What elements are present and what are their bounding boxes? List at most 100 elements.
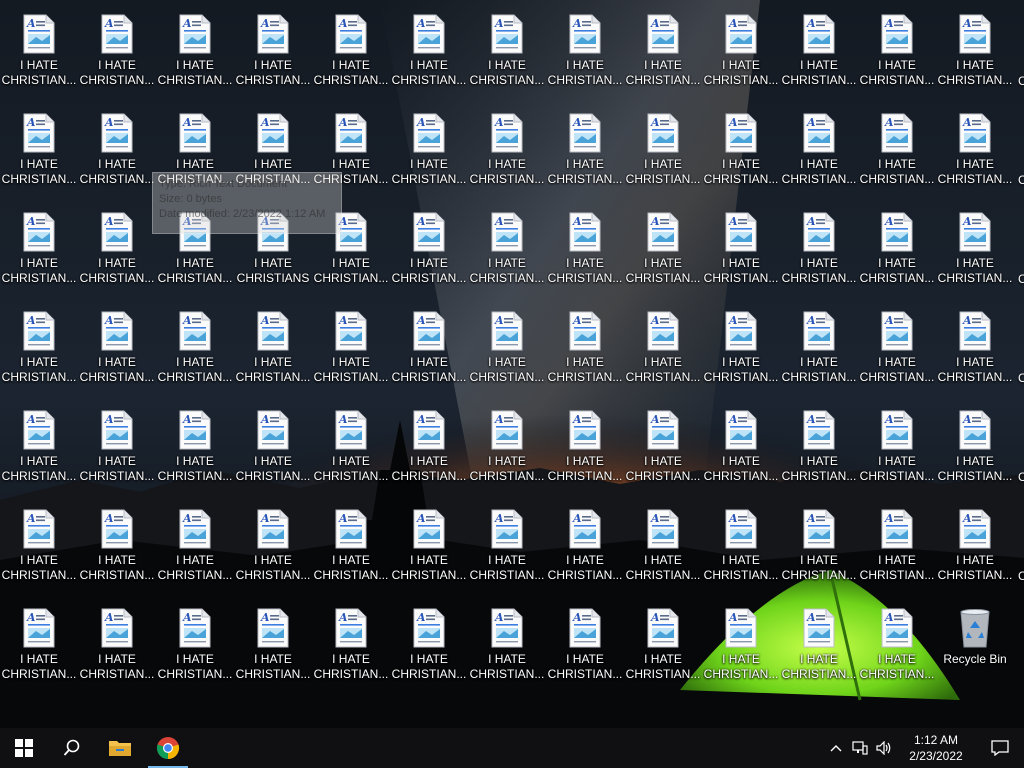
- desktop-file-icon[interactable]: A I HATE CHRISTIAN...: [469, 202, 545, 298]
- desktop-file-icon[interactable]: A I HATE CHRISTIAN...: [547, 598, 623, 694]
- desktop-file-icon[interactable]: A I HATE CHRISTIAN...: [313, 400, 389, 496]
- search-button[interactable]: [48, 728, 96, 768]
- file-label-line1: I HATE: [254, 454, 292, 468]
- desktop-file-icon[interactable]: A I HATE CHRISTIAN...: [79, 4, 155, 100]
- desktop-file-icon[interactable]: A I HATE CHRISTIAN...: [703, 400, 779, 496]
- desktop-file-icon[interactable]: A I HATE CHRISTIAN...: [781, 301, 857, 397]
- desktop-file-icon[interactable]: A I HATE CHRISTIAN...: [937, 103, 1013, 199]
- desktop-file-icon[interactable]: A I HATE CHRISTIAN...: [391, 598, 467, 694]
- desktop-file-icon[interactable]: A I HATE CHRISTIAN...: [625, 598, 701, 694]
- desktop-file-icon[interactable]: A I HATE CHRISTIAN...: [625, 202, 701, 298]
- desktop-file-icon[interactable]: A I HATE CHRISTIAN...: [859, 103, 935, 199]
- desktop-file-icon[interactable]: A I HATE CHRISTIAN...: [937, 301, 1013, 397]
- file-label-line1: I HATE: [332, 157, 370, 171]
- desktop-file-icon[interactable]: A I HATE CHRISTIAN...: [157, 301, 233, 397]
- desktop-file-icon[interactable]: A I HATE CHRISTIAN...: [1, 301, 77, 397]
- desktop-file-icon[interactable]: A I HATE CHRISTIAN...: [313, 4, 389, 100]
- taskbar-chrome[interactable]: [144, 728, 192, 768]
- svg-text:A: A: [416, 413, 426, 426]
- show-hidden-icons-button[interactable]: [824, 728, 848, 768]
- desktop-file-icon[interactable]: A I HATE CHRISTIAN...: [157, 4, 233, 100]
- svg-text:A: A: [26, 413, 36, 426]
- desktop-file-icon[interactable]: A I HATE CHRISTIAN...: [859, 598, 935, 694]
- desktop-file-icon[interactable]: A I HATE CHRISTIAN...: [547, 4, 623, 100]
- desktop-file-icon[interactable]: A I HATE CHRISTIAN...: [625, 4, 701, 100]
- desktop-file-icon[interactable]: A I HATE CHRISTIAN...: [859, 4, 935, 100]
- desktop-file-icon[interactable]: A I HATE CHRISTIAN...: [469, 598, 545, 694]
- desktop-file-icon[interactable]: A I HATE CHRISTIAN...: [703, 4, 779, 100]
- desktop-file-icon[interactable]: A I HATE CHRISTIAN...: [781, 598, 857, 694]
- desktop-file-icon[interactable]: A I HATE CHRISTIAN...: [157, 499, 233, 595]
- desktop-file-icon[interactable]: A I HATE CHRISTIAN...: [391, 400, 467, 496]
- desktop-file-icon[interactable]: A I HATE CHRISTIAN...: [391, 103, 467, 199]
- desktop-file-icon[interactable]: A I HATE CHRISTIAN...: [937, 499, 1013, 595]
- action-center-button[interactable]: [976, 728, 1024, 768]
- recycle-bin[interactable]: Recycle Bin: [937, 598, 1013, 694]
- desktop-file-icon[interactable]: A I HATE CHRISTIAN...: [937, 4, 1013, 100]
- desktop-file-icon[interactable]: A I HATE CHRISTIAN...: [937, 202, 1013, 298]
- desktop-file-icon[interactable]: A I HATE CHRISTIAN...: [1, 202, 77, 298]
- desktop-file-icon[interactable]: A I HATE CHRISTIAN...: [859, 301, 935, 397]
- desktop-file-icon[interactable]: A I HATE CHRISTIAN...: [625, 499, 701, 595]
- desktop-file-icon[interactable]: A I HATE CHRISTIAN...: [703, 598, 779, 694]
- desktop-file-icon[interactable]: A I HATE CHRISTIAN...: [469, 301, 545, 397]
- network-button[interactable]: [848, 728, 872, 768]
- desktop-file-icon[interactable]: A I HATE CHRISTIAN...: [469, 499, 545, 595]
- desktop-file-icon[interactable]: A I HATE CHRISTIAN...: [703, 301, 779, 397]
- desktop-file-icon[interactable]: A I HATE CHRISTIAN...: [547, 499, 623, 595]
- desktop-file-icon[interactable]: A I HATE CHRISTIAN...: [469, 103, 545, 199]
- desktop-file-icon[interactable]: A I HATE CHRISTIAN...: [547, 301, 623, 397]
- desktop-file-icon[interactable]: A I HATE CHRISTIAN...: [79, 400, 155, 496]
- taskbar-clock[interactable]: 1:12 AM 2/23/2022: [896, 732, 976, 764]
- desktop-file-icon[interactable]: A I HATE CHRISTIAN...: [859, 499, 935, 595]
- desktop-file-icon[interactable]: A I HATE CHRISTIAN...: [937, 400, 1013, 496]
- file-label-line2: CHRISTIAN...: [547, 469, 623, 483]
- desktop-file-icon[interactable]: A I HATE CHRISTIAN...: [1, 4, 77, 100]
- desktop-file-icon[interactable]: A I HATE CHRISTIAN...: [235, 301, 311, 397]
- desktop-file-icon[interactable]: A I HATE CHRISTIAN...: [79, 202, 155, 298]
- desktop-file-icon[interactable]: A I HATE CHRISTIAN...: [781, 202, 857, 298]
- desktop-file-icon[interactable]: A I HATE CHRISTIAN...: [625, 103, 701, 199]
- desktop-file-icon[interactable]: A I HATE CHRISTIAN...: [859, 202, 935, 298]
- desktop-file-icon[interactable]: A I HATE CHRISTIAN...: [391, 202, 467, 298]
- desktop-file-icon[interactable]: A I HATE CHRISTIAN...: [469, 400, 545, 496]
- desktop-file-icon[interactable]: A I HATE CHRISTIAN...: [781, 103, 857, 199]
- desktop-file-icon[interactable]: A I HATE CHRISTIAN...: [391, 499, 467, 595]
- desktop-file-icon[interactable]: A I HATE CHRISTIAN...: [1, 103, 77, 199]
- desktop-file-icon[interactable]: A I HATE CHRISTIAN...: [547, 202, 623, 298]
- desktop-file-icon[interactable]: A I HATE CHRISTIAN...: [1, 598, 77, 694]
- desktop-file-icon[interactable]: A I HATE CHRISTIAN...: [703, 499, 779, 595]
- desktop-file-icon[interactable]: A I HATE CHRISTIAN...: [235, 400, 311, 496]
- desktop-file-icon[interactable]: A I HATE CHRISTIAN...: [859, 400, 935, 496]
- desktop-file-icon[interactable]: A I HATE CHRISTIAN...: [781, 499, 857, 595]
- desktop-file-icon[interactable]: A I HATE CHRISTIAN...: [391, 301, 467, 397]
- start-button[interactable]: [0, 728, 48, 768]
- desktop-file-icon[interactable]: A I HATE CHRISTIAN...: [79, 598, 155, 694]
- volume-button[interactable]: [872, 728, 896, 768]
- desktop-file-icon[interactable]: A I HATE CHRISTIAN...: [625, 301, 701, 397]
- desktop-file-icon[interactable]: A I HATE CHRISTIAN...: [625, 400, 701, 496]
- desktop-file-icon[interactable]: A I HATE CHRISTIAN...: [391, 4, 467, 100]
- desktop-file-icon[interactable]: A I HATE CHRISTIAN...: [1, 499, 77, 595]
- desktop-file-icon[interactable]: A I HATE CHRISTIAN...: [313, 301, 389, 397]
- desktop-file-icon[interactable]: A I HATE CHRISTIAN...: [1, 400, 77, 496]
- desktop-file-icon[interactable]: A I HATE CHRISTIAN...: [157, 400, 233, 496]
- desktop-file-icon[interactable]: A I HATE CHRISTIAN...: [79, 103, 155, 199]
- desktop-file-icon[interactable]: A I HATE CHRISTIAN...: [157, 598, 233, 694]
- desktop-file-icon[interactable]: A I HATE CHRISTIAN...: [547, 400, 623, 496]
- desktop-file-icon[interactable]: A I HATE CHRISTIAN...: [235, 499, 311, 595]
- desktop-file-icon[interactable]: A I HATE CHRISTIAN...: [313, 499, 389, 595]
- desktop-file-icon[interactable]: A I HATE CHRISTIAN...: [235, 598, 311, 694]
- desktop-file-icon[interactable]: A I HATE CHRISTIAN...: [703, 103, 779, 199]
- svg-text:A: A: [650, 611, 660, 624]
- desktop-file-icon[interactable]: A I HATE CHRISTIAN...: [547, 103, 623, 199]
- desktop-file-icon[interactable]: A I HATE CHRISTIAN...: [313, 598, 389, 694]
- desktop-file-icon[interactable]: A I HATE CHRISTIAN...: [79, 499, 155, 595]
- desktop-file-icon[interactable]: A I HATE CHRISTIAN...: [235, 4, 311, 100]
- desktop-file-icon[interactable]: A I HATE CHRISTIAN...: [781, 400, 857, 496]
- desktop-file-icon[interactable]: A I HATE CHRISTIAN...: [703, 202, 779, 298]
- desktop-file-icon[interactable]: A I HATE CHRISTIAN...: [469, 4, 545, 100]
- taskbar-file-explorer[interactable]: [96, 728, 144, 768]
- desktop-file-icon[interactable]: A I HATE CHRISTIAN...: [79, 301, 155, 397]
- desktop-file-icon[interactable]: A I HATE CHRISTIAN...: [781, 4, 857, 100]
